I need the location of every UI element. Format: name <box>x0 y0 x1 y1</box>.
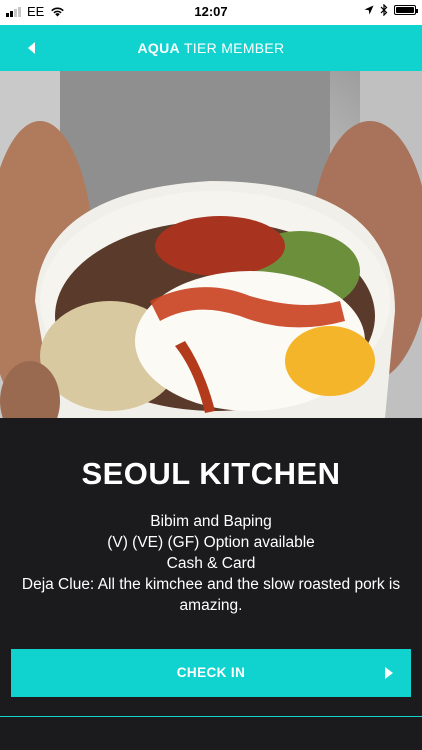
status-bar: EE 12:07 <box>0 0 422 25</box>
hero-food-photo <box>0 71 422 418</box>
bluetooth-icon <box>380 4 388 16</box>
battery-icon <box>394 5 418 15</box>
restaurant-name: SEOUL KITCHEN <box>81 456 341 491</box>
detail-line: Cash & Card <box>166 555 256 572</box>
bibimbap-bowl-image <box>0 71 422 418</box>
check-in-button[interactable]: CHECK IN <box>11 649 411 697</box>
venue-description: Bibim and Baping (V) (VE) (GF) Option av… <box>20 511 402 616</box>
detail-line: (V) (VE) (GF) Option available <box>107 534 315 551</box>
tier-suffix: TIER MEMBER <box>183 40 285 56</box>
status-time: 12:07 <box>194 4 228 19</box>
venue-details: SEOUL KITCHEN Bibim and Baping (V) (VE) … <box>0 418 422 750</box>
divider <box>0 716 422 717</box>
detail-line: Deja Clue: All the kimchee and the slow … <box>21 576 401 614</box>
detail-line: Bibim and Baping <box>150 513 272 530</box>
play-arrow-icon <box>385 667 393 679</box>
status-right <box>364 4 418 16</box>
tier-name: AQUA <box>137 40 180 56</box>
page-title: AQUA TIER MEMBER <box>0 40 422 56</box>
location-icon <box>364 5 374 15</box>
check-in-label: CHECK IN <box>176 665 246 680</box>
header-bar: AQUA TIER MEMBER <box>0 25 422 71</box>
